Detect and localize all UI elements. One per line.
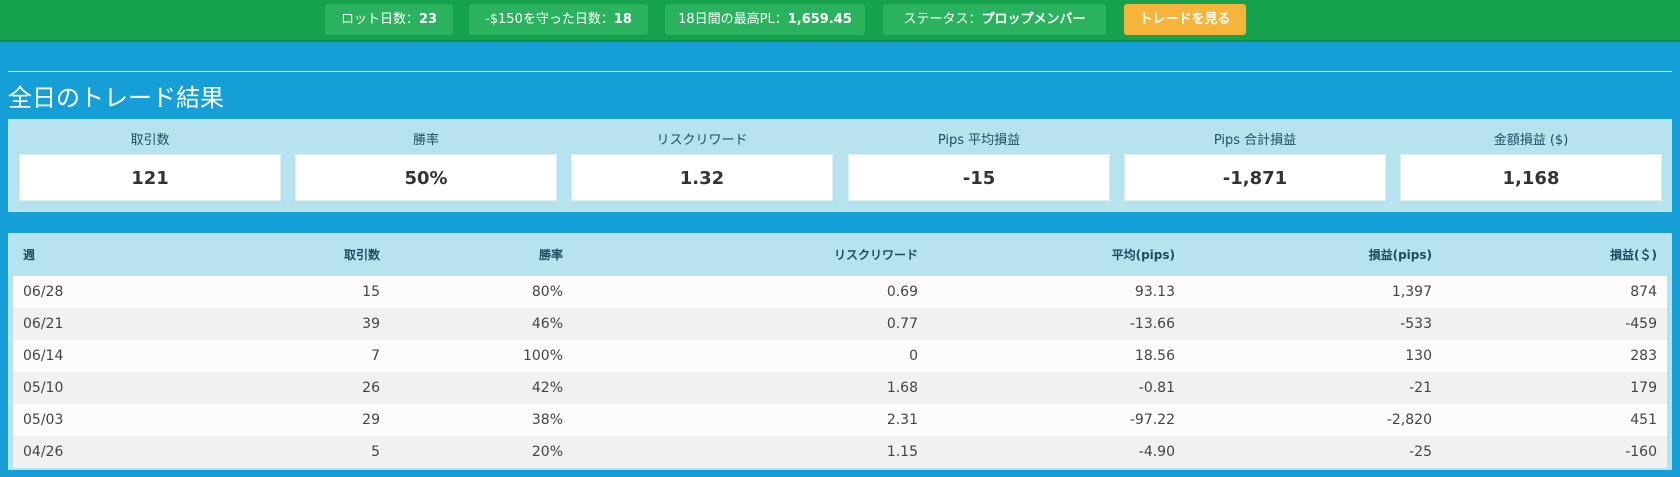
table-row: 04/26 5 20% 1.15 -4.90 -25 -160 — [13, 436, 1667, 468]
cell-trade-count: 15 — [133, 276, 390, 308]
cell-avg-pips: 18.56 — [928, 340, 1185, 372]
header-avg-pips[interactable]: 平均(pips) — [928, 233, 1185, 276]
stat-value: 1,168 — [1400, 154, 1662, 201]
stat-value: 50% — [295, 154, 557, 201]
cell-week: 06/21 — [13, 308, 133, 340]
table-row: 06/21 39 46% 0.77 -13.66 -533 -459 — [13, 308, 1667, 340]
stat-label: Pips 合計損益 — [1213, 133, 1297, 148]
table-row: 06/14 7 100% 0 18.56 130 283 — [13, 340, 1667, 372]
cell-pl-dollars: 874 — [1442, 276, 1667, 308]
stat-value: 121 — [19, 154, 281, 201]
cell-risk-reward: 2.31 — [573, 404, 928, 436]
cell-pl-dollars: -160 — [1442, 436, 1667, 468]
table-row: 05/03 29 38% 2.31 -97.22 -2,820 451 — [13, 404, 1667, 436]
stat-label: Pips 平均損益 — [937, 133, 1021, 148]
cell-risk-reward: 0 — [573, 340, 928, 372]
cell-avg-pips: -0.81 — [928, 372, 1185, 404]
header-trade-count[interactable]: 取引数 — [133, 233, 390, 276]
cell-pl-pips: -25 — [1185, 436, 1442, 468]
cell-pl-pips: -21 — [1185, 372, 1442, 404]
cell-trade-count: 7 — [133, 340, 390, 372]
cell-trade-count: 39 — [133, 308, 390, 340]
stat-label: 勝率 — [412, 133, 439, 148]
status-value: プロップメンバー — [981, 12, 1086, 27]
cell-pl-pips: -2,820 — [1185, 404, 1442, 436]
cell-pl-dollars: 283 — [1442, 340, 1667, 372]
cell-risk-reward: 1.68 — [573, 372, 928, 404]
table-row: 06/28 15 80% 0.69 93.13 1,397 874 — [13, 276, 1667, 308]
cell-pl-dollars: 451 — [1442, 404, 1667, 436]
cell-win-rate: 42% — [390, 372, 573, 404]
cell-pl-pips: 130 — [1185, 340, 1442, 372]
view-trades-button[interactable]: トレードを見る — [1124, 4, 1246, 35]
cell-trade-count: 29 — [133, 404, 390, 436]
protected-days-label: -$150を守った日数： — [485, 12, 614, 27]
cell-win-rate: 80% — [390, 276, 573, 308]
top-status-bar: ロット日数：23 -$150を守った日数：18 18日間の最高PL：1,659.… — [0, 0, 1680, 42]
lot-days-label: ロット日数： — [340, 12, 419, 27]
header-week[interactable]: 週 — [13, 233, 133, 276]
section-divider — [8, 71, 1672, 72]
cell-trade-count: 5 — [133, 436, 390, 468]
cell-win-rate: 46% — [390, 308, 573, 340]
header-pl-pips[interactable]: 損益(pips) — [1185, 233, 1442, 276]
stat-value: -1,871 — [1124, 154, 1386, 201]
cell-pl-dollars: 179 — [1442, 372, 1667, 404]
cell-risk-reward: 0.77 — [573, 308, 928, 340]
protected-days-pill: -$150を守った日数：18 — [469, 4, 648, 35]
stat-label: リスクリワード — [656, 133, 748, 148]
cell-risk-reward: 1.15 — [573, 436, 928, 468]
weekly-results-table: 週 取引数 勝率 リスクリワード 平均(pips) 損益(pips) 損益(＄)… — [13, 233, 1667, 468]
cell-pl-pips: -533 — [1185, 308, 1442, 340]
protected-days-value: 18 — [613, 12, 632, 27]
stat-label: 取引数 — [130, 133, 170, 148]
status-label: ステータス： — [903, 12, 982, 27]
page-title: 全日のトレード結果 — [8, 84, 224, 112]
cell-week: 05/10 — [13, 372, 133, 404]
cell-week: 05/03 — [13, 404, 133, 436]
header-pl-dollars[interactable]: 損益(＄) — [1442, 233, 1667, 276]
status-pill: ステータス：プロップメンバー — [883, 4, 1106, 35]
cell-avg-pips: -97.22 — [928, 404, 1185, 436]
stat-label: 金額損益 ($) — [1493, 133, 1569, 148]
cell-avg-pips: -4.90 — [928, 436, 1185, 468]
table-header-row: 週 取引数 勝率 リスクリワード 平均(pips) 損益(pips) 損益(＄) — [13, 233, 1667, 276]
cell-win-rate: 38% — [390, 404, 573, 436]
cell-risk-reward: 0.69 — [573, 276, 928, 308]
best-pl-pill: 18日間の最高PL：1,659.45 — [665, 4, 865, 35]
lot-days-pill: ロット日数：23 — [325, 4, 453, 35]
stat-value: 1.32 — [571, 154, 833, 201]
cell-week: 06/14 — [13, 340, 133, 372]
cell-avg-pips: 93.13 — [928, 276, 1185, 308]
cell-avg-pips: -13.66 — [928, 308, 1185, 340]
cell-trade-count: 26 — [133, 372, 390, 404]
cell-week: 06/28 — [13, 276, 133, 308]
header-win-rate[interactable]: 勝率 — [390, 233, 573, 276]
cell-pl-dollars: -459 — [1442, 308, 1667, 340]
header-risk-reward[interactable]: リスクリワード — [573, 233, 928, 276]
best-pl-label: 18日間の最高PL： — [678, 12, 788, 27]
lot-days-value: 23 — [418, 12, 438, 27]
weekly-results-panel: 週 取引数 勝率 リスクリワード 平均(pips) 損益(pips) 損益(＄)… — [8, 233, 1672, 470]
best-pl-value: 1,659.45 — [787, 12, 852, 27]
cell-week: 04/26 — [13, 436, 133, 468]
stat-value: -15 — [848, 154, 1110, 201]
cell-pl-pips: 1,397 — [1185, 276, 1442, 308]
cell-win-rate: 20% — [390, 436, 573, 468]
cell-win-rate: 100% — [390, 340, 573, 372]
summary-stats-panel: 取引数 121 勝率 50% リスクリワード 1.32 Pips 平均損益 -1… — [8, 119, 1672, 212]
table-row: 05/10 26 42% 1.68 -0.81 -21 179 — [13, 372, 1667, 404]
